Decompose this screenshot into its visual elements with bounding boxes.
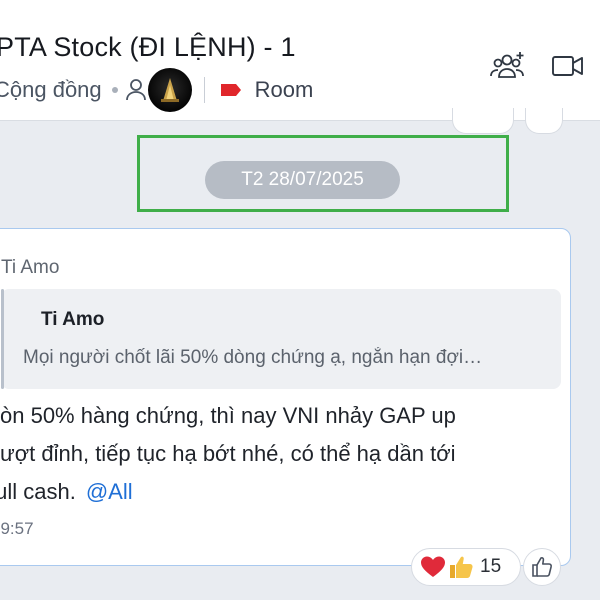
video-call-icon xyxy=(552,56,583,76)
message-sender[interactable]: Ti Amo xyxy=(1,257,59,279)
thumbs-up-outline-icon xyxy=(532,557,553,577)
message-bubble[interactable]: Ti Amo Ti Amo Mọi người chốt lãi 50% dòn… xyxy=(0,228,571,566)
group-subtitle: Cộng đồng Room xyxy=(0,68,314,112)
date-separator: T2 28/07/2025 xyxy=(205,161,400,199)
message-time: 09:57 xyxy=(0,519,34,538)
add-member-button[interactable] xyxy=(488,46,528,86)
room-label[interactable]: Room xyxy=(255,77,314,103)
like-button[interactable] xyxy=(523,548,561,586)
quoted-text: Mọi người chốt lãi 50% dòng chứng ạ, ngắ… xyxy=(23,347,483,368)
member-icon[interactable] xyxy=(125,78,148,102)
previous-reaction-peek xyxy=(452,108,514,134)
separator-dot xyxy=(111,87,118,93)
separator-line xyxy=(203,77,205,103)
mention-all[interactable]: @All xyxy=(86,479,133,504)
quoted-message[interactable]: Ti Amo Mọi người chốt lãi 50% dòng chứng… xyxy=(1,289,561,389)
message-line-last: full cash. @All xyxy=(0,473,554,511)
thumbs-up-icon xyxy=(450,556,473,578)
message-line-text: full cash. xyxy=(0,479,76,504)
community-label[interactable]: Cộng đồng xyxy=(0,77,102,103)
reaction-count: 15 xyxy=(480,556,502,577)
video-call-button[interactable] xyxy=(548,46,588,86)
tag-icon xyxy=(220,84,241,96)
member-avatar[interactable] xyxy=(147,68,192,112)
quoted-sender: Ti Amo xyxy=(41,309,105,330)
previous-like-peek xyxy=(525,108,563,134)
quote-bar xyxy=(1,289,4,389)
message-line: vượt đỉnh, tiếp tục hạ bớt nhé, có thể h… xyxy=(0,441,456,466)
gold-logo-icon xyxy=(160,78,179,102)
group-title[interactable]: PTA Stock (ĐI LỆNH) - 1 xyxy=(0,30,296,64)
reaction-summary[interactable]: 15 xyxy=(411,548,521,586)
message-text: còn 50% hàng chứng, thì nay VNI nhảy GAP… xyxy=(0,397,554,511)
add-member-icon xyxy=(490,52,524,78)
message-line: còn 50% hàng chứng, thì nay VNI nhảy GAP… xyxy=(0,403,456,428)
heart-icon xyxy=(421,556,445,577)
chat-header: PTA Stock (ĐI LỆNH) - 1 Cộng đồng Room xyxy=(0,0,600,121)
